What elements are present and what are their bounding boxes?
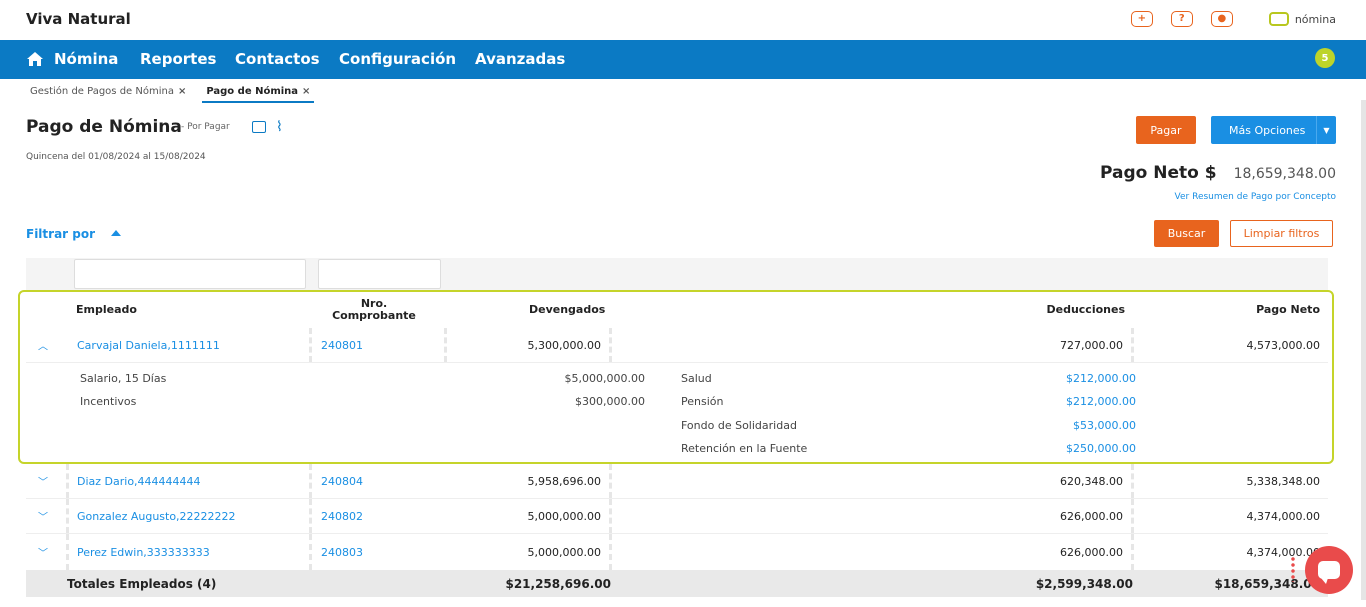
comprobante-link[interactable]: 240804 — [321, 464, 363, 498]
nav-contactos[interactable]: Contactos — [235, 50, 320, 68]
comprobante-link[interactable]: 240803 — [321, 534, 363, 570]
pago-neto-value: 18,659,348.00 — [1233, 166, 1336, 182]
tab-strip: Gestión de Pagos de Nómina × Pago de Nómi… — [26, 86, 315, 103]
detail-concepto: Incentivos — [80, 395, 137, 408]
comprobante-link[interactable]: 240801 — [321, 328, 363, 362]
col-devengados: Devengados — [529, 303, 606, 316]
tab-label: Gestión de Pagos de Nómina — [30, 86, 174, 97]
tab-gestion-pagos[interactable]: Gestión de Pagos de Nómina × — [26, 86, 190, 103]
company-name: Viva Natural — [26, 10, 131, 28]
detail-concepto: Fondo de Solidaridad — [681, 419, 797, 432]
empleado-link[interactable]: Perez Edwin,333333333 — [77, 534, 210, 570]
empleado-filter-input[interactable] — [74, 259, 306, 289]
status-label: - Por Pagar — [181, 122, 230, 132]
user-icon[interactable]: ● — [1210, 11, 1233, 27]
devengados-value: 5,000,000.00 — [527, 545, 601, 559]
resumen-link[interactable]: Ver Resumen de Pago por Concepto — [1175, 192, 1336, 202]
col-deducciones: Deducciones — [1046, 303, 1125, 316]
detail-valor-link[interactable]: $53,000.00 — [990, 419, 1136, 432]
nav-reportes[interactable]: Reportes — [140, 50, 216, 68]
nomina-logo-icon — [1268, 12, 1289, 26]
close-icon[interactable]: × — [302, 86, 310, 97]
top-icons: + ? ● nómina — [1130, 11, 1336, 27]
chevron-down-icon[interactable]: ﹀ — [38, 545, 48, 560]
pago-neto-value: 4,573,000.00 — [1246, 338, 1320, 352]
nav-nomina[interactable]: Nómina — [54, 50, 118, 68]
deducciones-value: 727,000.00 — [1060, 338, 1123, 352]
detail-valor: $300,000.00 — [575, 395, 645, 408]
tab-label: Pago de Nómina — [206, 86, 299, 97]
page-title: Pago de Nómina — [26, 117, 182, 137]
pagar-button[interactable]: Pagar — [1136, 116, 1196, 144]
detail-concepto: Retención en la Fuente — [681, 442, 808, 455]
detail-concepto: Salud — [681, 372, 712, 385]
totals-devengados: $21,258,696.00 — [505, 576, 611, 591]
chat-icon — [1318, 561, 1340, 584]
drag-handle-icon[interactable] — [1290, 556, 1296, 582]
comprobante-link[interactable]: 240802 — [321, 499, 363, 533]
comprobante-filter-input[interactable] — [318, 259, 441, 289]
attachment-icon[interactable]: ⌇ — [276, 119, 283, 135]
table-header: Empleado Nro. Comprobante Devengados Ded… — [26, 291, 1328, 328]
table-row[interactable]: ﹀ Gonzalez Augusto,22222222 240802 5,000… — [26, 499, 1328, 534]
scrollbar[interactable] — [1361, 100, 1366, 600]
col-empleado: Empleado — [76, 303, 137, 316]
chat-button[interactable] — [1305, 546, 1353, 594]
top-bar: Viva Natural + ? ● nómina — [0, 0, 1366, 40]
chevron-down-icon[interactable]: ﹀ — [38, 509, 48, 524]
deducciones-value: 620,348.00 — [1060, 474, 1123, 488]
devengados-value: 5,958,696.00 — [527, 474, 601, 488]
limpiar-filtros-button[interactable]: Limpiar filtros — [1230, 220, 1333, 247]
comment-icon[interactable] — [252, 121, 266, 133]
table-row[interactable]: ﹀ Perez Edwin,333333333 240803 5,000,000… — [26, 534, 1328, 570]
help-icon[interactable]: ? — [1170, 11, 1193, 27]
empleado-link[interactable]: Diaz Dario,444444444 — [77, 464, 201, 498]
nav-configuracion[interactable]: Configuración — [339, 50, 456, 68]
chevron-down-icon[interactable]: ﹀ — [38, 474, 48, 489]
filtrar-toggle[interactable]: Filtrar por — [26, 227, 95, 241]
pago-neto-label: Pago Neto $ — [1100, 163, 1217, 183]
detail-concepto: Salario, 15 Días — [80, 372, 167, 385]
totals-deducciones: $2,599,348.00 — [1035, 576, 1133, 591]
nav-avanzadas[interactable]: Avanzadas — [475, 50, 565, 68]
pago-neto-value: 5,338,348.00 — [1246, 474, 1320, 488]
devengados-value: 5,300,000.00 — [527, 338, 601, 352]
caret-up-icon[interactable] — [111, 230, 121, 236]
period-subtitle: Quincena del 01/08/2024 al 15/08/2024 — [26, 152, 206, 162]
col-pago-neto: Pago Neto — [1256, 303, 1320, 316]
detail-concepto: Pensión — [681, 395, 724, 408]
caret-down-icon[interactable]: ▼ — [1316, 116, 1336, 144]
close-icon[interactable]: × — [178, 86, 186, 97]
mas-opciones-button[interactable]: Más Opciones ▼ — [1211, 116, 1336, 144]
home-icon[interactable] — [26, 51, 44, 67]
col-comprobante: Nro. Comprobante — [332, 296, 416, 322]
product-logo[interactable]: nómina — [1268, 12, 1336, 26]
notification-badge[interactable]: 5 — [1315, 48, 1335, 68]
buscar-button[interactable]: Buscar — [1154, 220, 1219, 247]
totals-row: Totales Empleados (4) $21,258,696.00 $2,… — [26, 570, 1328, 597]
pago-neto-value: 4,374,000.00 — [1246, 509, 1320, 523]
deducciones-value: 626,000.00 — [1060, 545, 1123, 559]
mas-opciones-label: Más Opciones — [1229, 123, 1306, 137]
devengados-value: 5,000,000.00 — [527, 509, 601, 523]
empleado-link[interactable]: Carvajal Daniela,1111111 — [77, 328, 220, 362]
add-icon[interactable]: + — [1130, 11, 1153, 27]
main-nav: Nómina Reportes Contactos Configuración … — [0, 40, 1366, 79]
detail-valor-link[interactable]: $250,000.00 — [990, 442, 1136, 455]
detail-valor: $5,000,000.00 — [564, 372, 645, 385]
totals-label: Totales Empleados (4) — [67, 576, 217, 591]
detail-valor-link[interactable]: $212,000.00 — [990, 372, 1136, 385]
product-logo-text: nómina — [1294, 12, 1336, 26]
detail-valor-link[interactable]: $212,000.00 — [990, 395, 1136, 408]
table-row[interactable]: ﹀ Diaz Dario,444444444 240804 5,958,696.… — [26, 464, 1328, 499]
table-row[interactable]: ︿ Carvajal Daniela,1111111 240801 5,300,… — [26, 328, 1328, 363]
tab-pago-nomina[interactable]: Pago de Nómina × — [202, 86, 315, 103]
chevron-up-icon[interactable]: ︿ — [38, 338, 48, 353]
deducciones-value: 626,000.00 — [1060, 509, 1123, 523]
empleado-link[interactable]: Gonzalez Augusto,22222222 — [77, 499, 236, 533]
